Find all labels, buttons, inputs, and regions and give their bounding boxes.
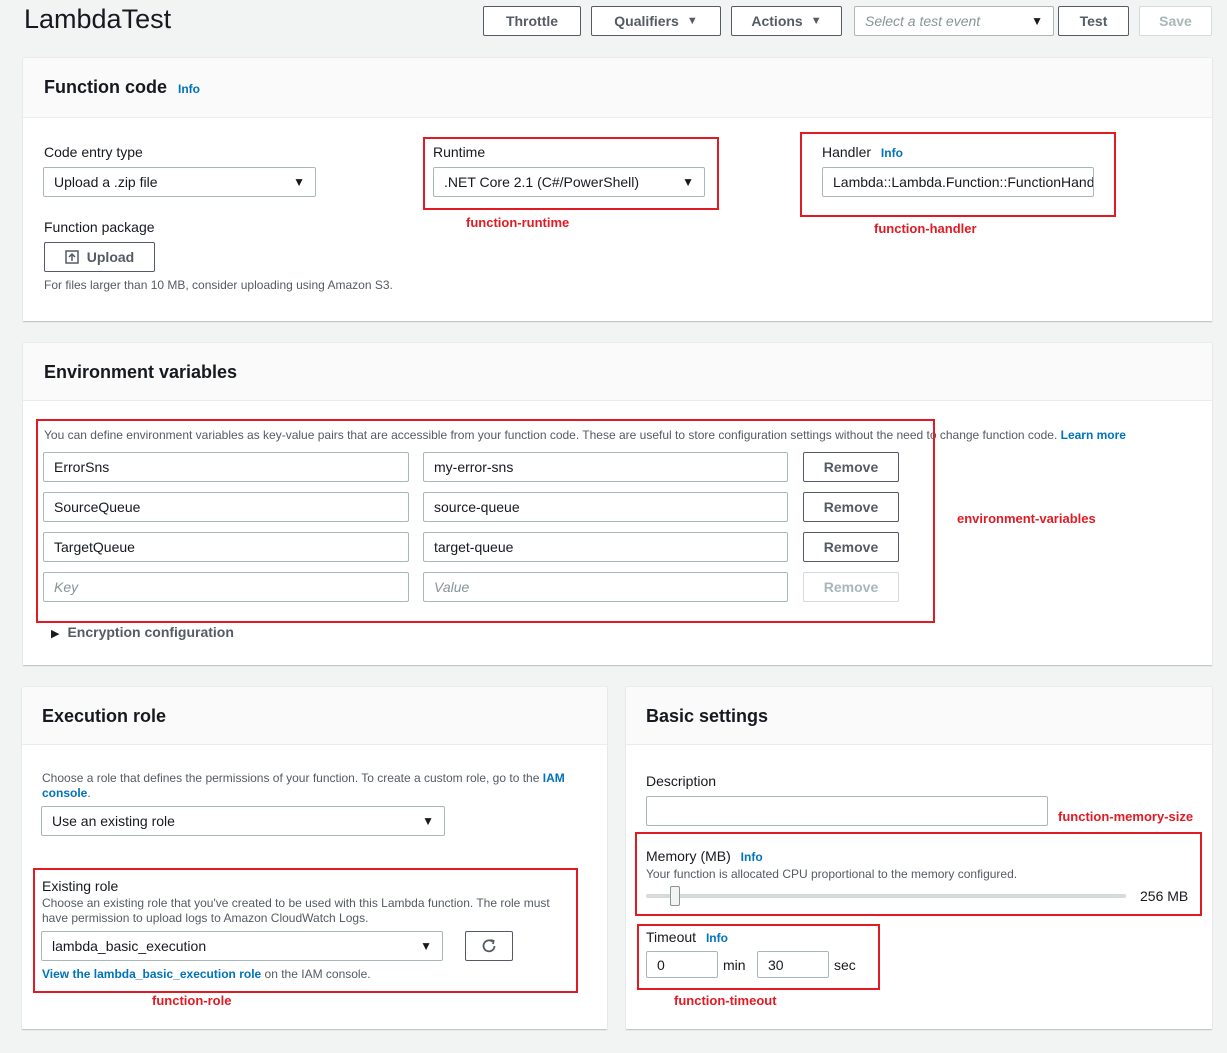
- description-label: Description: [646, 773, 717, 789]
- throttle-label: Throttle: [505, 13, 559, 29]
- annotation-box-environment: [36, 419, 935, 623]
- page-title: LambdaTest: [24, 4, 172, 34]
- caret-down-icon: ▼: [422, 814, 434, 828]
- execution-role-description: Choose a role that defines the permissio…: [42, 771, 565, 800]
- test-event-placeholder: Select a test event: [865, 13, 981, 29]
- caret-down-icon: ▼: [810, 15, 822, 27]
- upload-icon: [65, 250, 79, 264]
- annotation-label-timeout: function-timeout: [674, 993, 777, 1008]
- caret-down-icon: ▼: [293, 175, 305, 189]
- encryption-label: Encryption configuration: [67, 624, 234, 640]
- annotation-label-handler: function-handler: [874, 221, 977, 236]
- annotation-box-handler: [800, 132, 1116, 217]
- function-code-title: Function code Info: [44, 77, 200, 98]
- test-button[interactable]: Test: [1058, 6, 1129, 36]
- annotation-box-runtime: [423, 137, 719, 210]
- upload-button[interactable]: Upload: [44, 242, 155, 272]
- annotation-box-memory: [635, 832, 1202, 916]
- function-code-header: [23, 58, 1212, 118]
- annotation-box-timeout: [637, 924, 880, 990]
- iam-console-link-2[interactable]: console: [42, 786, 87, 800]
- upload-label: Upload: [86, 249, 135, 265]
- role-select-value: Use an existing role: [52, 813, 175, 829]
- annotation-label-runtime: function-runtime: [466, 215, 570, 230]
- function-code-title-text: Function code: [44, 77, 167, 97]
- annotation-label-role: function-role: [152, 993, 232, 1008]
- caret-down-icon: ▼: [1031, 14, 1043, 28]
- annotation-label-memory: function-memory-size: [1058, 809, 1194, 824]
- throttle-button[interactable]: Throttle: [483, 6, 581, 36]
- actions-label: Actions: [751, 13, 803, 29]
- code-entry-label: Code entry type: [44, 144, 143, 160]
- actions-button[interactable]: Actions ▼: [731, 6, 842, 36]
- annotation-label-environment: environment-variables: [957, 511, 1096, 526]
- qualifiers-button[interactable]: Qualifiers ▼: [591, 6, 721, 36]
- upload-help-text: For files larger than 10 MB, consider up…: [44, 278, 393, 292]
- description-input[interactable]: [646, 796, 1048, 826]
- code-entry-select[interactable]: Upload a .zip file ▼: [43, 167, 316, 197]
- basic-settings-title: Basic settings: [646, 706, 769, 726]
- code-entry-value: Upload a .zip file: [54, 174, 158, 190]
- qualifiers-label: Qualifiers: [614, 13, 679, 29]
- learn-more-link[interactable]: Learn more: [1061, 428, 1126, 442]
- execution-role-description-text: Choose a role that defines the permissio…: [42, 771, 540, 785]
- caret-down-icon: ▼: [686, 15, 698, 27]
- annotation-box-role: [33, 868, 578, 993]
- environment-title: Environment variables: [44, 362, 238, 382]
- function-package-label: Function package: [44, 219, 155, 235]
- iam-console-link[interactable]: IAM: [543, 771, 565, 785]
- role-select[interactable]: Use an existing role ▼: [41, 806, 445, 836]
- save-label: Save: [1159, 13, 1192, 29]
- encryption-toggle[interactable]: ▶ Encryption configuration: [51, 624, 234, 640]
- test-label: Test: [1079, 13, 1108, 29]
- function-code-info-link[interactable]: Info: [178, 82, 200, 96]
- save-button[interactable]: Save: [1139, 6, 1212, 36]
- test-event-select[interactable]: Select a test event ▼: [854, 6, 1054, 36]
- execution-role-title: Execution role: [42, 706, 167, 726]
- caret-right-icon: ▶: [51, 628, 60, 640]
